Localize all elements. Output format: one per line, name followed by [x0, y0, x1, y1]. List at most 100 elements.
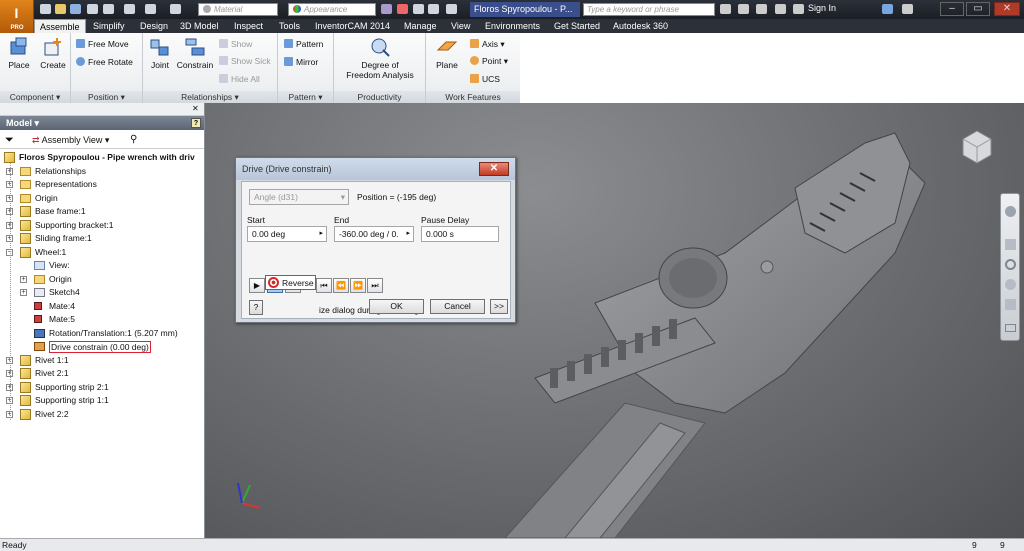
tab-inventorcam[interactable]: InventorCAM 2014	[310, 19, 395, 33]
cancel-button[interactable]: Cancel	[430, 299, 485, 314]
fx-icon[interactable]	[428, 4, 439, 14]
ok-button[interactable]: OK	[369, 299, 424, 314]
look-at-icon[interactable]	[1005, 299, 1016, 310]
exchange-icon[interactable]	[882, 4, 893, 14]
more-button[interactable]: >>	[490, 299, 508, 314]
pattern-panel-title[interactable]: Pattern ▾	[278, 91, 333, 103]
open-icon[interactable]	[55, 4, 66, 14]
star-icon[interactable]	[756, 4, 767, 14]
angle-select[interactable]: Angle (d31) ▾	[249, 189, 349, 205]
forward-button[interactable]: ▶	[249, 278, 265, 293]
tree-item[interactable]: + Representations	[0, 178, 204, 191]
steering-wheel-icon[interactable]	[1005, 206, 1016, 217]
free-move-button[interactable]: Free Move	[76, 38, 129, 50]
tree-item[interactable]: + Supporting strip 1:1	[0, 394, 204, 407]
end-input[interactable]: -360.00 deg / 0. ▸	[334, 226, 414, 242]
position-panel-title[interactable]: Position ▾	[71, 91, 142, 103]
close-browser-icon[interactable]: ✕	[192, 104, 199, 113]
tree-item[interactable]: + Origin	[0, 192, 204, 205]
component-panel-title[interactable]: Component ▾	[0, 91, 70, 103]
tab-inspect[interactable]: Inspect	[229, 19, 268, 33]
tab-get-started[interactable]: Get Started	[549, 19, 605, 33]
close-window-button[interactable]: ✕	[994, 2, 1020, 16]
step-forward-button[interactable]: ⏩	[350, 278, 366, 293]
record-help-button[interactable]: ?	[249, 300, 263, 315]
application-menu-button[interactable]: I PRO	[0, 0, 34, 33]
tree-item[interactable]: − Wheel:1	[0, 246, 204, 259]
binoculars-icon[interactable]: ⚲	[130, 131, 137, 149]
help-icon[interactable]	[902, 4, 913, 14]
user-icon[interactable]	[793, 4, 804, 14]
subscription-icon[interactable]	[775, 4, 786, 14]
tree-item[interactable]: + Rivet 1:1	[0, 354, 204, 367]
home-icon[interactable]	[124, 4, 135, 14]
place-button[interactable]: Place	[5, 36, 33, 70]
pan-icon[interactable]	[1005, 239, 1016, 250]
tree-item[interactable]: + Sketch4	[0, 286, 204, 299]
tree-item[interactable]: + Supporting strip 2:1	[0, 381, 204, 394]
adjust-icon[interactable]	[397, 4, 408, 14]
show-button[interactable]: Show	[219, 38, 252, 50]
search-input[interactable]: Type a keyword or phrase	[583, 3, 715, 16]
tree-item[interactable]: + Relationships	[0, 165, 204, 178]
tab-view[interactable]: View	[446, 19, 475, 33]
ucs-button[interactable]: UCS	[470, 73, 500, 85]
minimize-button[interactable]: –	[940, 2, 964, 16]
hide-all-button[interactable]: Hide All	[219, 73, 260, 85]
create-button[interactable]: Create	[38, 36, 68, 70]
tree-item[interactable]: Rotation/Translation:1 (5.207 mm)	[0, 327, 204, 340]
dof-analysis-button[interactable]: Degree of Freedom Analysis	[340, 36, 420, 80]
new-icon[interactable]	[40, 4, 51, 14]
joint-button[interactable]: Joint	[147, 36, 173, 70]
color-override-icon[interactable]	[381, 4, 392, 14]
binoculars-icon[interactable]	[720, 4, 731, 14]
constrain-button[interactable]: Constrain	[175, 36, 215, 70]
restore-button[interactable]: ▭	[966, 2, 990, 16]
show-sick-button[interactable]: Show Sick	[219, 55, 271, 67]
go-to-end-button[interactable]: ⏭	[367, 278, 383, 293]
dialog-close-button[interactable]: ✕	[479, 162, 509, 176]
pause-delay-input[interactable]: 0.000 s	[421, 226, 499, 242]
tree-item[interactable]: + Origin	[0, 273, 204, 286]
plane-button[interactable]: Plane	[431, 36, 463, 70]
view-cube[interactable]	[957, 125, 997, 165]
tab-3d-model[interactable]: 3D Model	[175, 19, 224, 33]
relationships-panel-title[interactable]: Relationships ▾	[143, 91, 277, 103]
plus-icon[interactable]	[446, 4, 457, 14]
dialog-title[interactable]: Drive (Drive constrain)	[236, 158, 515, 180]
undo-icon[interactable]	[87, 4, 98, 14]
axis-button[interactable]: Axis ▾	[470, 38, 505, 50]
expand-icon[interactable]: +	[20, 275, 27, 283]
tree-item[interactable]: Drive constrain (0.00 deg)	[0, 340, 204, 353]
go-to-start-button[interactable]: ⏮	[316, 278, 332, 293]
update-icon[interactable]	[170, 4, 181, 14]
tab-assemble[interactable]: Assemble	[34, 19, 86, 33]
tab-tools[interactable]: Tools	[274, 19, 305, 33]
mirror-button[interactable]: Mirror	[284, 56, 318, 68]
point-button[interactable]: Point ▾	[470, 55, 508, 67]
free-rotate-button[interactable]: Free Rotate	[76, 56, 133, 68]
orbit-icon[interactable]	[1005, 279, 1016, 290]
tree-item[interactable]: + Supporting bracket:1	[0, 219, 204, 232]
pattern-button[interactable]: Pattern	[284, 38, 323, 50]
redo-icon[interactable]	[103, 4, 114, 14]
start-input[interactable]: 0.00 deg ▸	[247, 226, 327, 242]
tree-item[interactable]: + Rivet 2:1	[0, 367, 204, 380]
appearance-combo[interactable]: Appearance	[288, 3, 376, 16]
tree-item[interactable]: + Rivet 2:2	[0, 408, 204, 421]
tree-item[interactable]: Mate:5	[0, 313, 204, 326]
tab-manage[interactable]: Manage	[399, 19, 442, 33]
model-header[interactable]: Model ▾ ?	[0, 116, 204, 130]
tab-simplify[interactable]: Simplify	[88, 19, 130, 33]
tab-environments[interactable]: Environments	[480, 19, 545, 33]
material-combo[interactable]: Material	[198, 3, 278, 16]
sign-in-link[interactable]: Sign In	[808, 3, 836, 13]
tab-design[interactable]: Design	[135, 19, 173, 33]
nav-bar-options-icon[interactable]	[1005, 324, 1016, 332]
save-icon[interactable]	[70, 4, 81, 14]
tree-item[interactable]: Mate:4	[0, 300, 204, 313]
tools-icon[interactable]	[738, 4, 749, 14]
tree-item[interactable]: + Base frame:1	[0, 205, 204, 218]
assembly-view-dropdown[interactable]: ⇄ Assembly View ▾	[32, 131, 109, 149]
expand-icon[interactable]: +	[20, 289, 27, 296]
